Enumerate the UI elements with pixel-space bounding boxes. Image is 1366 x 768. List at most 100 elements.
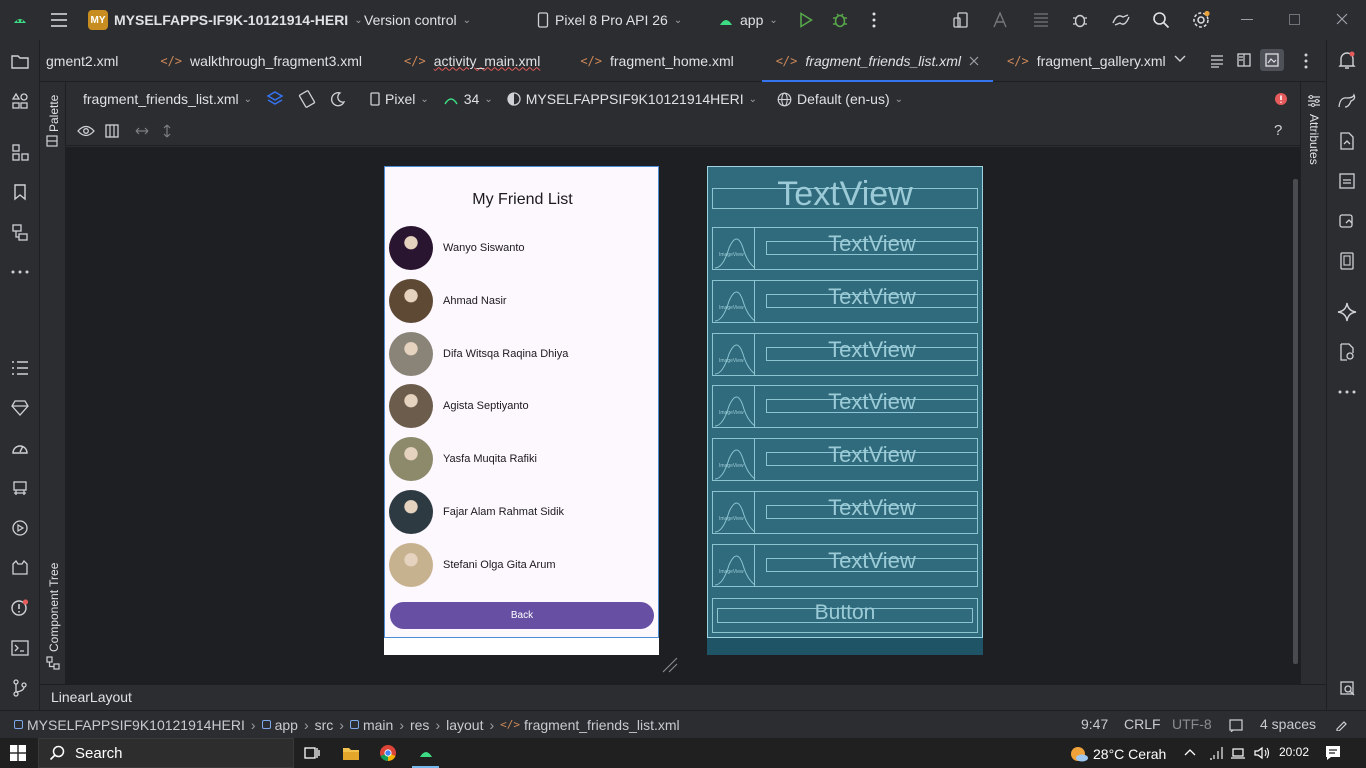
structure-icon[interactable] <box>10 142 30 162</box>
attach-debugger-icon[interactable] <box>1071 11 1089 29</box>
tab-walkthrough-fragment2[interactable]: gment2.xml <box>40 40 132 82</box>
notification-center-icon[interactable] <box>1325 745 1341 761</box>
resize-handle-icon[interactable] <box>662 657 678 673</box>
component-tree-icon[interactable] <box>46 656 60 670</box>
blueprint-linear-layout[interactable]: TextView ImageView TextView ImageView TextVi… <box>707 166 983 638</box>
gradle-icon[interactable] <box>1337 91 1357 111</box>
breadcrumb-item[interactable]: res <box>410 717 429 733</box>
version-control-menu[interactable]: Version control ⌄ <box>364 12 471 28</box>
terminal-icon[interactable] <box>10 638 30 658</box>
project-selector[interactable]: MY MYSELFAPPS-IF9K-10121914-HERI ⌄ <box>88 10 363 30</box>
sync-gradle-icon[interactable] <box>1111 11 1131 29</box>
network-icon[interactable] <box>1230 746 1246 760</box>
notifications-icon[interactable] <box>1337 50 1357 70</box>
inspect-icon[interactable] <box>1337 342 1357 362</box>
tab-list-chevron-down-icon[interactable] <box>1174 55 1186 63</box>
tab-activity-main[interactable]: </> activity_main.xml <box>390 40 554 82</box>
main-menu-icon[interactable] <box>50 12 68 28</box>
settings-gear-icon[interactable] <box>1191 10 1211 30</box>
todo-icon[interactable] <box>10 358 30 378</box>
maximize-window-icon[interactable] <box>1289 14 1300 25</box>
friend-row[interactable]: Yasfa Muqita Rafiki <box>389 437 655 482</box>
breadcrumb-item[interactable]: app <box>261 717 298 733</box>
api-level-selector[interactable]: 34 ⌄ <box>443 91 493 107</box>
palette-tab[interactable]: Palette <box>47 95 61 132</box>
linear-layout-preview[interactable]: My Friend List Wanyo Siswanto Ahmad Nasir… <box>384 166 659 638</box>
close-tab-icon[interactable] <box>969 56 979 66</box>
file-selector[interactable]: fragment_friends_list.xml ⌄ <box>83 91 252 107</box>
blueprint-imageview[interactable] <box>712 332 756 376</box>
code-view-icon[interactable] <box>1210 54 1224 68</box>
friend-row[interactable]: Stefani Olga Gita Arum <box>389 542 655 587</box>
view-options-eye-icon[interactable] <box>77 125 95 137</box>
locale-selector[interactable]: Default (en-us) ⌄ <box>777 91 903 107</box>
error-indicator-icon[interactable] <box>1274 92 1288 106</box>
editor-more-icon[interactable] <box>1304 53 1308 69</box>
blueprint-imageview[interactable] <box>712 543 756 587</box>
blueprint-imageview[interactable] <box>712 227 756 270</box>
blueprint-imageview[interactable] <box>712 438 756 482</box>
friend-row[interactable]: Fajar Alam Rahmat Sidik <box>389 490 655 534</box>
profiler-icon[interactable] <box>10 438 30 458</box>
emulator-icon[interactable] <box>1337 211 1357 231</box>
android-studio-taskbar-icon[interactable] <box>412 738 439 768</box>
orientation-icon[interactable] <box>298 90 316 108</box>
blueprint-imageview[interactable] <box>712 279 756 323</box>
run-button[interactable] <box>799 12 813 28</box>
tab-fragment-friends-list[interactable]: </> fragment_friends_list.xml <box>761 40 994 83</box>
lock-icon[interactable] <box>1335 717 1349 731</box>
resource-manager-icon[interactable] <box>10 91 30 111</box>
friend-row[interactable]: Wanyo Siswanto <box>389 226 655 270</box>
volume-icon[interactable] <box>1254 746 1270 760</box>
clock-time[interactable]: 20:02 <box>1279 745 1309 759</box>
app-inspection-icon[interactable] <box>10 478 30 498</box>
vertical-resize-icon[interactable] <box>163 124 171 138</box>
friend-row[interactable]: Agista Septiyanto <box>389 384 655 429</box>
device-manager-icon[interactable] <box>952 11 970 29</box>
tab-fragment-gallery[interactable]: </> fragment_gallery.xml <box>993 40 1180 82</box>
version-control-icon[interactable] <box>10 678 30 698</box>
constraint-layout-icon[interactable] <box>105 123 119 138</box>
layout-inspector-icon[interactable] <box>1032 11 1050 29</box>
breadcrumb-item[interactable]: MYSELFAPPSIF9K10121914HERI <box>14 717 245 733</box>
blueprint-imageview[interactable] <box>712 491 756 534</box>
search-everywhere-icon[interactable] <box>1152 11 1170 29</box>
back-button[interactable]: Back <box>390 602 654 629</box>
build-variants-icon[interactable] <box>10 222 30 242</box>
more-tools-right-icon[interactable] <box>1337 382 1357 402</box>
gemini-sparkle-icon[interactable] <box>1337 302 1357 322</box>
chrome-icon[interactable] <box>379 744 397 762</box>
breadcrumb-item[interactable]: src <box>315 717 334 733</box>
debug-button[interactable] <box>831 11 849 29</box>
blueprint-preview[interactable]: TextView ImageView TextView ImageView TextVi… <box>707 166 983 655</box>
tab-walkthrough-fragment3[interactable]: </> walkthrough_fragment3.xml <box>146 40 376 82</box>
more-actions-icon[interactable] <box>872 12 876 28</box>
theme-selector[interactable]: MYSELFAPPSIF9K10121914HERI ⌄ <box>507 91 757 107</box>
help-question-icon[interactable]: ? <box>1274 122 1282 139</box>
readonly-toggle-icon[interactable] <box>1229 718 1243 732</box>
friend-list-title[interactable]: My Friend List <box>385 191 660 209</box>
folder-icon[interactable] <box>10 51 30 71</box>
windows-start-icon[interactable] <box>10 745 26 761</box>
blueprint-imageview[interactable] <box>712 385 756 429</box>
design-preview[interactable]: My Friend List Wanyo Siswanto Ahmad Nasir… <box>384 166 659 655</box>
run-config-selector[interactable]: app ⌄ <box>718 12 778 28</box>
indent-setting[interactable]: 4 spaces <box>1260 716 1316 732</box>
breadcrumb-item[interactable]: layout <box>446 717 483 733</box>
wifi-icon[interactable] <box>1209 746 1225 760</box>
attributes-tab[interactable]: Attributes <box>1307 114 1321 165</box>
device-selector[interactable]: Pixel 8 Pro API 26 ⌄ <box>537 12 682 28</box>
taskbar-search[interactable]: Search <box>38 738 294 768</box>
task-view-icon[interactable] <box>304 745 320 761</box>
caret-position[interactable]: 9:47 <box>1081 716 1108 732</box>
canvas-scrollbar[interactable] <box>1293 179 1298 664</box>
more-tools-icon[interactable] <box>10 262 30 282</box>
breadcrumb-item[interactable]: main <box>349 717 393 733</box>
device-file-explorer-icon[interactable] <box>1337 131 1357 151</box>
run-tool-icon[interactable] <box>10 518 30 538</box>
component-tree-tab[interactable]: Component Tree <box>47 563 61 652</box>
file-explorer-icon[interactable] <box>342 745 360 761</box>
running-devices-icon[interactable] <box>1337 171 1357 191</box>
design-canvas[interactable] <box>66 147 1300 684</box>
device-preview-selector[interactable]: Pixel ⌄ <box>370 91 429 107</box>
